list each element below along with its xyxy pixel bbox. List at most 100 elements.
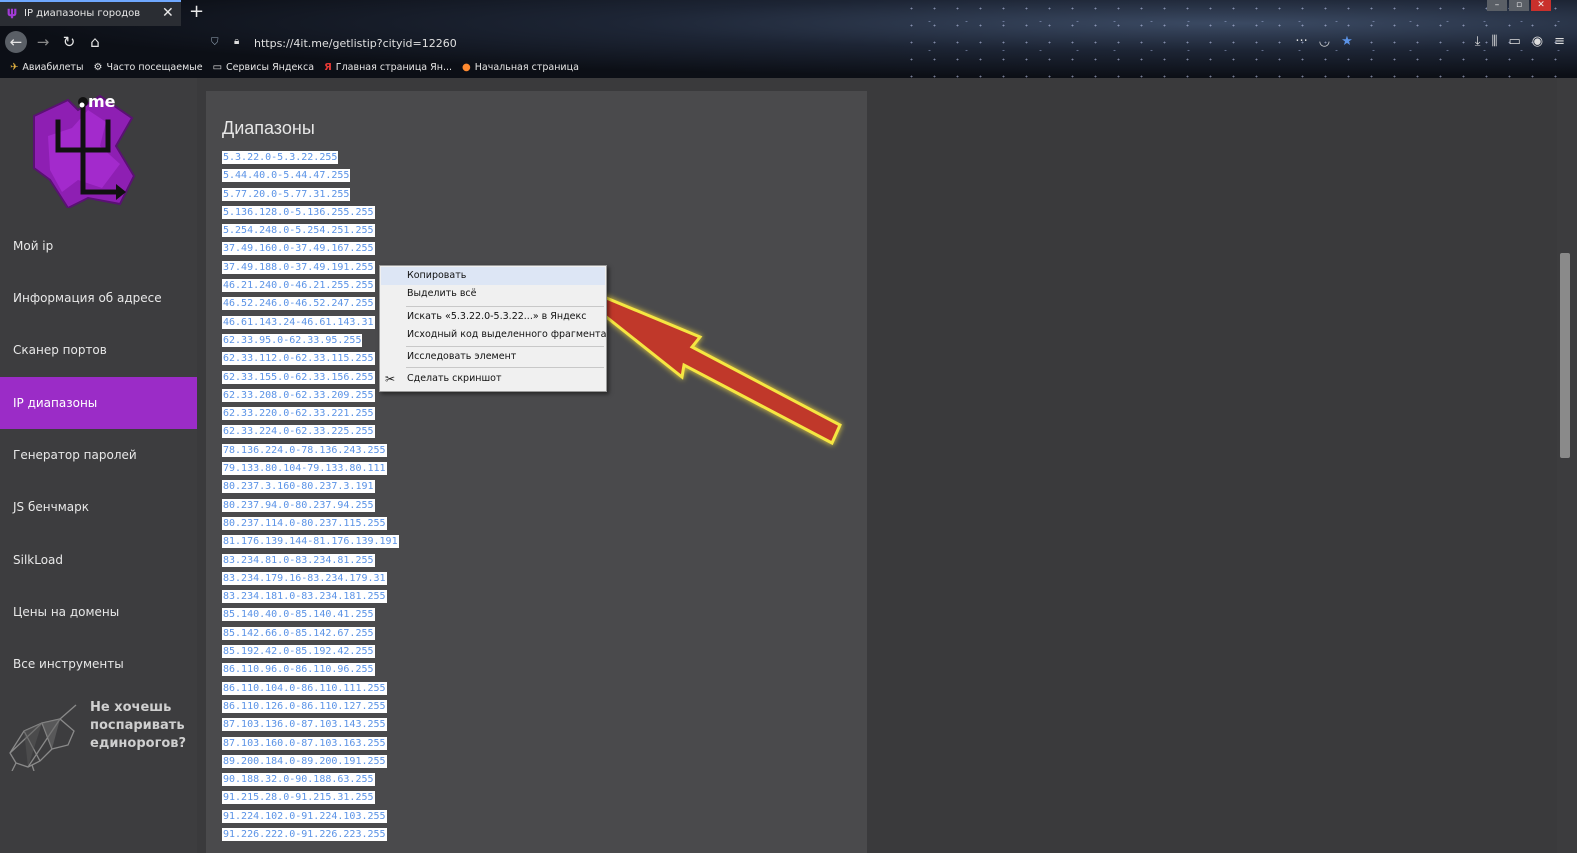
- url-input[interactable]: https://4it.me/getlistip?cityid=12260: [254, 37, 457, 50]
- ip-range-link[interactable]: 86.110.96.0-86.110.96.255: [222, 663, 375, 677]
- ip-range-link[interactable]: 83.234.81.0-83.234.81.255: [222, 553, 375, 567]
- yandex-icon: Я: [324, 61, 332, 73]
- bookmark-item[interactable]: ● Начальная страница: [462, 62, 579, 73]
- close-window-button[interactable]: ✕: [1531, 0, 1551, 11]
- ip-range-link[interactable]: 85.192.42.0-85.192.42.255: [222, 645, 375, 659]
- ip-range-item: 78.136.224.0-78.136.243.255: [222, 442, 399, 460]
- back-arrow-icon[interactable]: ←: [5, 31, 27, 53]
- bookmark-item[interactable]: ▭ Сервисы Яндекса: [213, 62, 315, 73]
- page-actions-icon[interactable]: ···: [1295, 34, 1307, 49]
- ip-range-link[interactable]: 85.142.66.0-85.142.67.255: [222, 626, 375, 640]
- ip-range-link[interactable]: 80.237.94.0-80.237.94.255: [222, 498, 375, 512]
- bookmark-star-icon[interactable]: ★: [1341, 34, 1353, 49]
- downloads-icon[interactable]: ⤓: [1475, 34, 1481, 49]
- context-menu-view-source[interactable]: Исходный код выделенного фрагмента: [381, 326, 606, 344]
- lock-icon[interactable]: 🔒︎: [234, 36, 239, 47]
- forward-arrow-icon[interactable]: →: [33, 33, 53, 51]
- sidebar-item-address-info[interactable]: Информация об адресе: [0, 272, 197, 324]
- ip-range-link[interactable]: 87.103.160.0-87.103.163.255: [222, 736, 387, 750]
- sidebar-item-js-benchmark[interactable]: JS бенчмарк: [0, 481, 197, 533]
- ip-range-link[interactable]: 62.33.220.0-62.33.221.255: [222, 407, 375, 421]
- ip-range-link[interactable]: 37.49.160.0-37.49.167.255: [222, 242, 375, 256]
- sidebar-item-my-ip[interactable]: Мой ip: [0, 220, 197, 272]
- ip-range-item: 87.103.160.0-87.103.163.255: [222, 735, 399, 753]
- ip-range-link[interactable]: 62.33.208.0-62.33.209.255: [222, 388, 375, 402]
- bookmark-item[interactable]: ⚙ Часто посещаемые: [93, 62, 202, 73]
- plane-icon: ✈: [10, 61, 19, 73]
- ip-range-link[interactable]: 80.237.114.0-80.237.115.255: [222, 516, 387, 530]
- sidebar-item-all-tools[interactable]: Все инструменты: [0, 638, 197, 690]
- ip-range-link[interactable]: 83.234.181.0-83.234.181.255: [222, 590, 387, 604]
- new-tab-button[interactable]: +: [189, 2, 204, 22]
- page-scrollbar[interactable]: [1557, 78, 1577, 853]
- ip-range-link[interactable]: 5.77.20.0-5.77.31.255: [222, 187, 351, 201]
- ip-range-list: 5.3.22.0-5.3.22.255 5.44.40.0-5.44.47.255…: [222, 149, 399, 844]
- ip-range-link[interactable]: 62.33.155.0-62.33.156.255: [222, 370, 375, 384]
- ip-range-link[interactable]: 86.110.126.0-86.110.127.255: [222, 699, 387, 713]
- tracking-shield-icon[interactable]: ⛉: [211, 37, 219, 48]
- window-controls: – ▫ ✕: [1487, 0, 1551, 12]
- ip-range-link[interactable]: 78.136.224.0-78.136.243.255: [222, 443, 387, 457]
- tab-title: IP диапазоны городов: [24, 8, 141, 19]
- ip-range-link[interactable]: 5.44.40.0-5.44.47.255: [222, 169, 351, 183]
- scrollbar-thumb[interactable]: [1560, 253, 1570, 458]
- bookmark-item[interactable]: ✈ Авиабилеты: [10, 62, 83, 73]
- ip-range-item: 83.234.81.0-83.234.81.255: [222, 552, 399, 570]
- ip-range-link[interactable]: 85.140.40.0-85.140.41.255: [222, 608, 375, 622]
- ip-range-link[interactable]: 46.61.143.24-46.61.143.31: [222, 315, 375, 329]
- site-logo[interactable]: me: [28, 88, 138, 208]
- ip-range-link[interactable]: 83.234.179.16-83.234.179.31: [222, 571, 387, 585]
- ip-range-item: 5.77.20.0-5.77.31.255: [222, 186, 399, 204]
- ip-range-link[interactable]: 90.188.32.0-90.188.63.255: [222, 773, 375, 787]
- sidebar-item-silkload[interactable]: SilkLoad: [0, 534, 197, 586]
- ip-range-link[interactable]: 5.3.22.0-5.3.22.255: [222, 151, 339, 164]
- ip-range-link[interactable]: 91.224.102.0-91.224.103.255: [222, 809, 387, 823]
- sidebar-item-domain-prices[interactable]: Цены на домены: [0, 586, 197, 638]
- ip-range-link[interactable]: 5.136.128.0-5.136.255.255: [222, 205, 375, 219]
- page-title: Диапазоны: [222, 118, 315, 138]
- extension-icon[interactable]: ◉: [1532, 34, 1543, 49]
- context-menu-screenshot[interactable]: Сделать скриншот: [381, 370, 605, 388]
- ip-range-link[interactable]: 5.254.248.0-5.254.251.255: [222, 224, 375, 238]
- ip-range-link[interactable]: 89.200.184.0-89.200.191.255: [222, 754, 387, 768]
- sidebar-item-port-scanner[interactable]: Сканер портов: [0, 324, 197, 376]
- pocket-icon[interactable]: ◡: [1319, 34, 1330, 49]
- ip-range-link[interactable]: 46.21.240.0-46.21.255.255: [222, 279, 375, 293]
- context-menu-copy[interactable]: Копировать: [381, 267, 605, 285]
- ip-range-item: 46.21.240.0-46.21.255.255: [222, 277, 399, 295]
- ip-range-item: 80.237.94.0-80.237.94.255: [222, 497, 399, 515]
- ip-range-link[interactable]: 46.52.246.0-46.52.247.255: [222, 297, 375, 311]
- home-icon[interactable]: ⌂: [85, 33, 105, 51]
- ip-range-link[interactable]: 86.110.104.0-86.110.111.255: [222, 681, 387, 695]
- unicorn-promo[interactable]: Не хочешь поспаривать единорогов?: [0, 693, 197, 773]
- gear-icon: ⚙: [93, 61, 103, 73]
- ip-range-link[interactable]: 81.176.139.144-81.176.139.191: [222, 535, 399, 549]
- ip-range-link[interactable]: 79.133.80.104-79.133.80.111: [222, 462, 387, 476]
- library-icon[interactable]: ⫼: [1491, 34, 1497, 49]
- sidebar-toggle-icon[interactable]: ▭: [1508, 34, 1520, 49]
- sidebar-item-password-generator[interactable]: Генератор паролей: [0, 429, 197, 481]
- context-menu-select-all[interactable]: Выделить всё: [381, 285, 605, 303]
- ip-range-link[interactable]: 62.33.95.0-62.33.95.255: [222, 333, 363, 347]
- ip-range-link[interactable]: 91.226.222.0-91.226.223.255: [222, 827, 387, 841]
- browser-tab[interactable]: 𝚿 IP диапазоны городов ✕: [0, 0, 181, 26]
- menu-icon[interactable]: ≡: [1554, 34, 1565, 49]
- ip-range-link[interactable]: 37.49.188.0-37.49.191.255: [222, 260, 375, 274]
- ip-range-link[interactable]: 62.33.224.0-62.33.225.255: [222, 425, 375, 439]
- minimize-button[interactable]: –: [1487, 0, 1507, 11]
- reload-icon[interactable]: ↻: [59, 33, 79, 51]
- tab-close-icon[interactable]: ✕: [162, 5, 174, 21]
- ip-range-link[interactable]: 62.33.112.0-62.33.115.255: [222, 352, 375, 366]
- ip-range-item: 37.49.188.0-37.49.191.255: [222, 259, 399, 277]
- ip-range-item: 89.200.184.0-89.200.191.255: [222, 753, 399, 771]
- ip-range-link[interactable]: 91.215.28.0-91.215.31.255: [222, 791, 375, 805]
- maximize-button[interactable]: ▫: [1509, 0, 1529, 11]
- main-content: Диапазоны 5.3.22.0-5.3.22.255 5.44.40.0-5…: [206, 91, 867, 853]
- context-menu-search-yandex[interactable]: Искать «5.3.22.0-5.3.22...» в Яндекс: [381, 308, 605, 326]
- ip-range-link[interactable]: 87.103.136.0-87.103.143.255: [222, 718, 387, 732]
- context-menu-inspect[interactable]: Исследовать элемент: [381, 348, 605, 366]
- sidebar-item-ip-ranges[interactable]: IP диапазоны: [0, 377, 197, 429]
- ip-range-link[interactable]: 80.237.3.160-80.237.3.191: [222, 480, 375, 494]
- ip-range-item: 90.188.32.0-90.188.63.255: [222, 771, 399, 789]
- bookmark-item[interactable]: Я Главная страница Ян...: [324, 62, 452, 73]
